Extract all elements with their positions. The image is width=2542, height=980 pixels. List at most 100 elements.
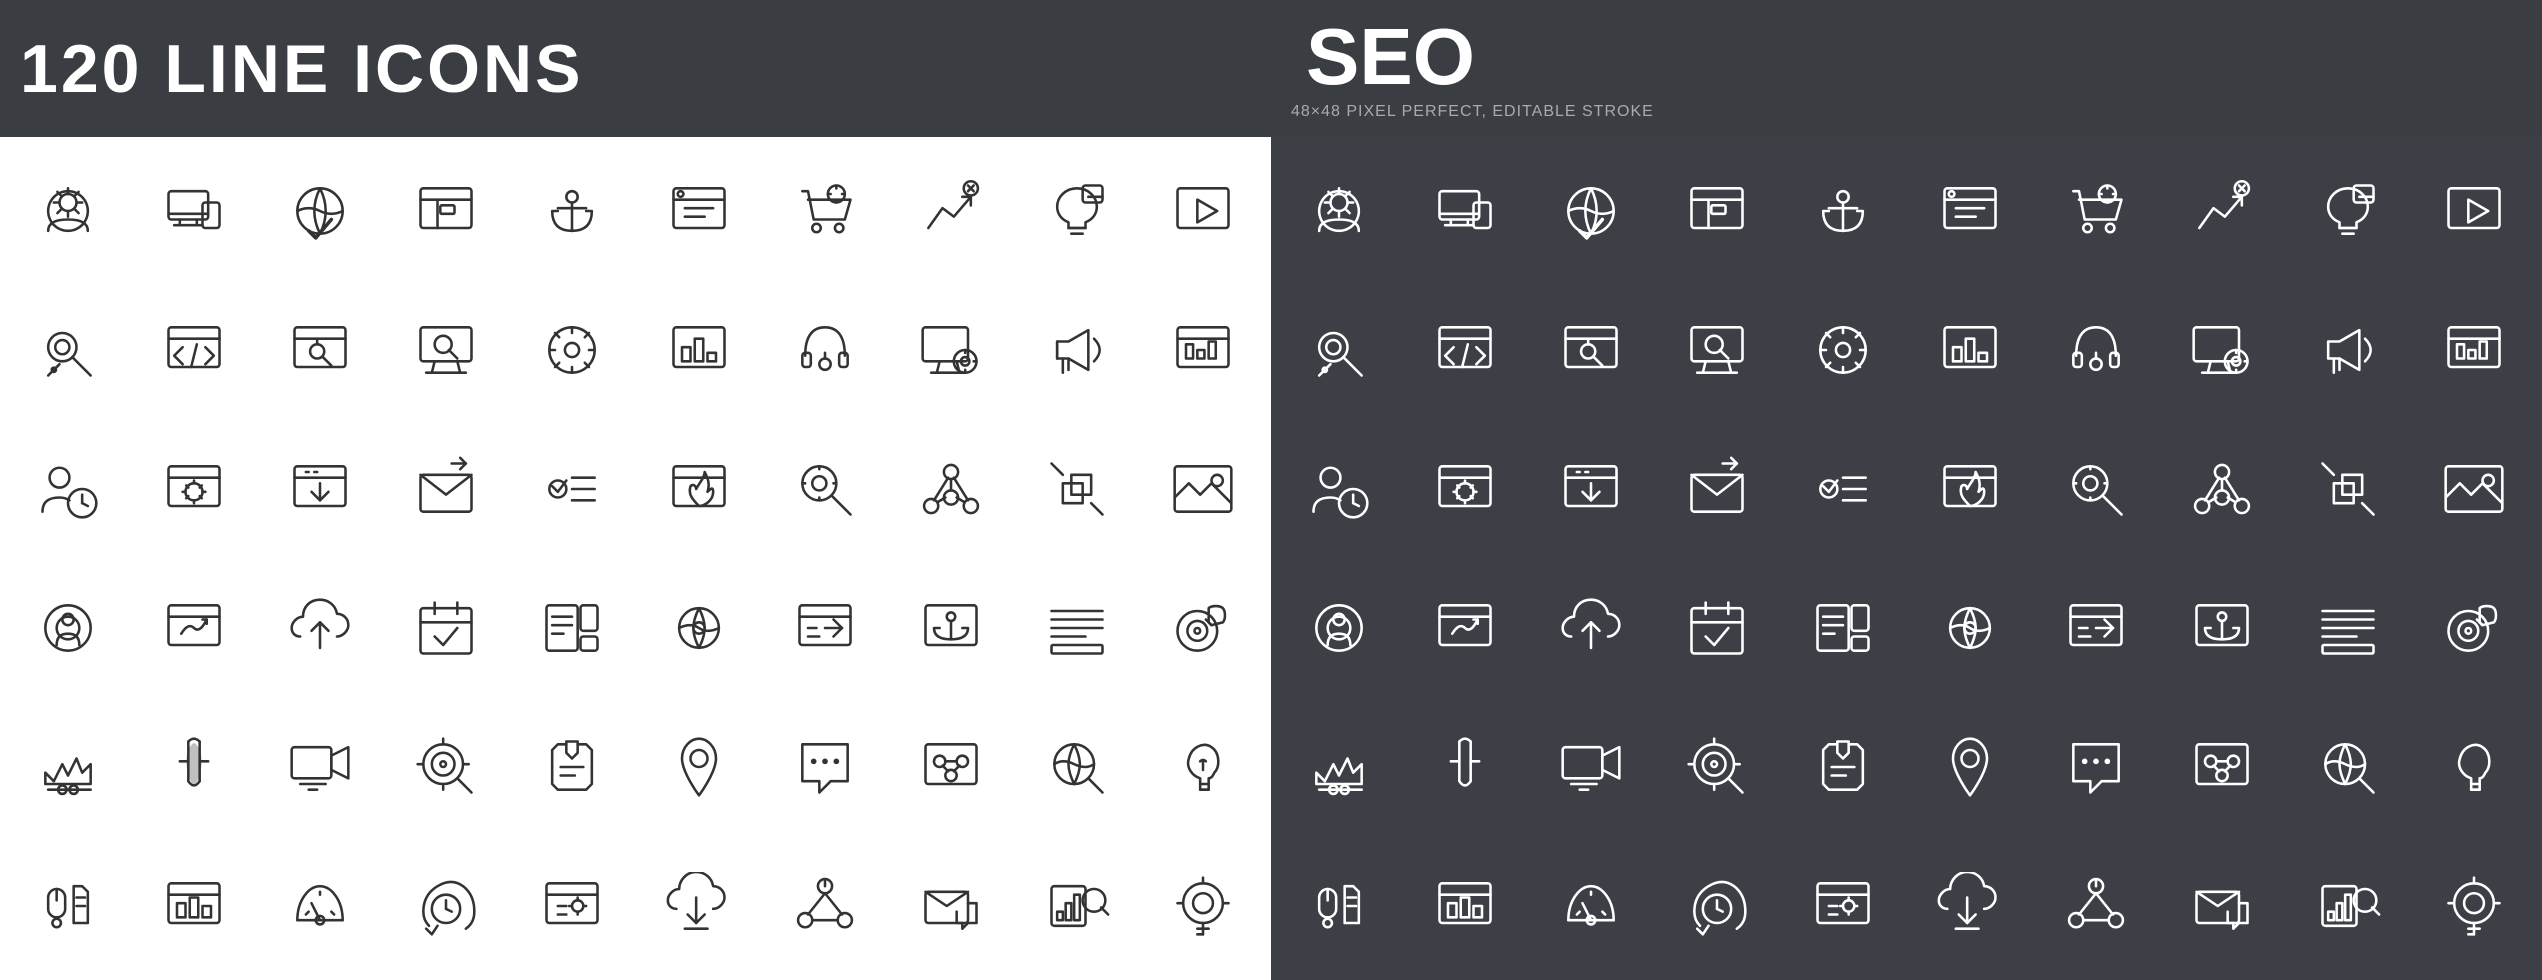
d-icon-pencil-idea (1402, 697, 1528, 836)
icon-gear-web (131, 420, 257, 559)
icon-calendar-check (383, 558, 509, 697)
d-icon-image-layout (2411, 420, 2537, 559)
icon-key-search (5, 281, 131, 420)
d-icon-bar-magnify (2285, 836, 2411, 975)
d-icon-clock-hand (1654, 836, 1780, 975)
d-icon-chart-bar2 (2411, 281, 2537, 420)
d-icon-content-list (1780, 558, 1906, 697)
d-icon-chat-dots (2033, 697, 2159, 836)
icon-image-layout (1140, 420, 1266, 559)
icon-settings-circle (509, 281, 635, 420)
icon-chart-arrow (888, 142, 1014, 281)
icon-rank-list (509, 420, 635, 559)
d-icon-web-anchor2 (2159, 558, 2285, 697)
d-icon-fire-web (1906, 420, 2032, 559)
d-icon-key-search (1276, 281, 1402, 420)
icon-info-download (257, 420, 383, 559)
d-icon-send-arrow (2033, 558, 2159, 697)
icon-chart-bar2 (1140, 281, 1266, 420)
d-icon-crown-key (1276, 697, 1402, 836)
left-header: 120 LINE ICONS (0, 0, 1271, 137)
icon-headset (762, 281, 888, 420)
d-icon-network-diagram (2033, 836, 2159, 975)
d-icon-global-check (1528, 142, 1654, 281)
icon-send-arrow (762, 558, 888, 697)
d-icon-settings-people (1276, 142, 1402, 281)
d-icon-video-play (2411, 142, 2537, 281)
d-icon-link-tag (2285, 420, 2411, 559)
icon-pencil-idea (131, 697, 257, 836)
icon-web-anchor2 (888, 558, 1014, 697)
d-icon-cart-settings (2033, 142, 2159, 281)
icon-video-content (257, 697, 383, 836)
d-icon-web-chart (1402, 836, 1528, 975)
d-icon-monitor-search (1654, 281, 1780, 420)
icon-web-layout (383, 142, 509, 281)
pixel-subtitle: 48×48 PIXEL PERFECT, EDITABLE STROKE (1291, 103, 1654, 121)
icon-web-list (635, 142, 761, 281)
icon-email-chat (888, 836, 1014, 975)
d-icon-code-gear (1780, 697, 1906, 836)
icon-gauge-chart (257, 836, 383, 975)
d-icon-web-speed (1402, 558, 1528, 697)
d-icon-monitor-settings (2159, 281, 2285, 420)
icon-cart-settings (762, 142, 888, 281)
icon-target-person (5, 558, 131, 697)
icon-lightbulb-chat (1014, 142, 1140, 281)
d-icon-video-content (1528, 697, 1654, 836)
icon-bar-magnify (1014, 836, 1140, 975)
right-panel-dark: SEO 48×48 PIXEL PERFECT, EDITABLE STROKE (1271, 0, 2542, 980)
d-icon-email-chat (2159, 836, 2285, 975)
icon-video-play (1140, 142, 1266, 281)
d-icon-dollar-mouse (1276, 836, 1402, 975)
icon-clock-hand (383, 836, 509, 975)
d-icon-chart-nodes (2159, 697, 2285, 836)
icon-monitor-search (383, 281, 509, 420)
icon-megaphone (1014, 281, 1140, 420)
icon-content-list (509, 558, 635, 697)
icon-network-nodes (888, 420, 1014, 559)
icon-head-idea (1140, 697, 1266, 836)
icon-global-gear (635, 558, 761, 697)
d-icon-settings-circle (1780, 281, 1906, 420)
icon-web-speed (131, 558, 257, 697)
left-panel-light: 120 LINE ICONS (0, 0, 1271, 980)
d-icon-network-nodes (2159, 420, 2285, 559)
d-icon-search-gear (2033, 420, 2159, 559)
d-icon-cloud-upload (1528, 558, 1654, 697)
icon-email-send (383, 420, 509, 559)
d-icon-cloud-download (1906, 836, 2032, 975)
icon-target-search (383, 697, 509, 836)
right-header: SEO 48×48 PIXEL PERFECT, EDITABLE STROKE (1271, 0, 2542, 137)
d-icon-text-list (2285, 558, 2411, 697)
icon-dollar-mouse (5, 836, 131, 975)
icon-cloud-download (635, 836, 761, 975)
d-icon-web-layout (1654, 142, 1780, 281)
icon-web-settings2 (509, 836, 635, 975)
icon-settings-people (5, 142, 131, 281)
icon-global-check (257, 142, 383, 281)
header-seo-block: SEO 48×48 PIXEL PERFECT, EDITABLE STROKE (1291, 17, 1654, 121)
d-icon-lightbulb-chat (2285, 142, 2411, 281)
icon-chart-bar (635, 281, 761, 420)
icon-person-time (5, 420, 131, 559)
icon-text-list (1014, 558, 1140, 697)
icon-web-chart (131, 836, 257, 975)
d-icon-target-key (2411, 836, 2537, 975)
d-icon-target-search (1654, 697, 1780, 836)
d-icon-head-idea (2411, 697, 2537, 836)
icon-code-gear (509, 697, 635, 836)
d-icon-global-gear (1906, 558, 2032, 697)
icon-location-search (257, 281, 383, 420)
icon-network-diagram (762, 836, 888, 975)
icon-fire-web (635, 420, 761, 559)
icon-code (131, 281, 257, 420)
d-icon-magnify-globe (2285, 697, 2411, 836)
icon-monitor-settings (888, 281, 1014, 420)
main-title: 120 LINE ICONS (20, 35, 584, 103)
d-icon-rank-list (1780, 420, 1906, 559)
d-icon-anchor (1780, 142, 1906, 281)
d-icon-gear-web (1402, 420, 1528, 559)
icon-magnify-globe (1014, 697, 1140, 836)
d-icon-target-idea (2411, 558, 2537, 697)
